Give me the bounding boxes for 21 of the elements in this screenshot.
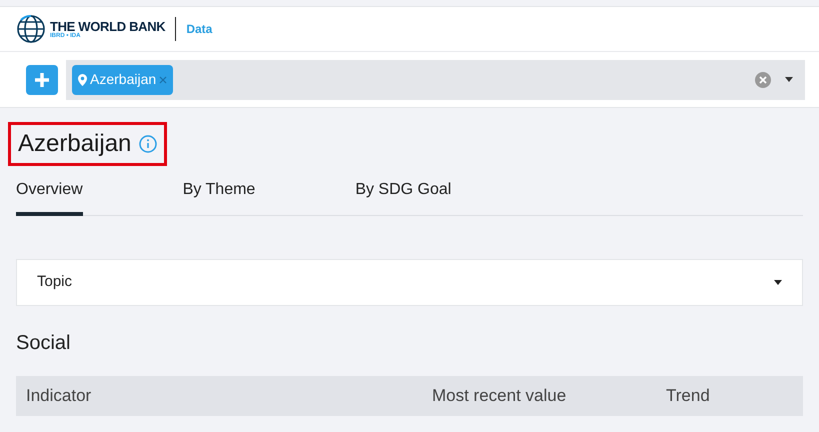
clear-icon[interactable] [755, 72, 771, 88]
tag-label: Azerbaijan [90, 70, 156, 89]
remove-icon[interactable] [159, 76, 168, 84]
brand-name: THE WORLD BANK [50, 20, 166, 32]
globe-logo-icon [16, 14, 46, 44]
add-button[interactable] [26, 64, 58, 94]
country-title: Azerbaijan [18, 129, 132, 159]
column-header: Indicator [25, 385, 92, 408]
location-pin-icon [78, 74, 87, 86]
tab[interactable]: Overview [16, 178, 83, 216]
dropdown-caret-icon [774, 280, 782, 285]
column-header: Most recent value [432, 385, 568, 408]
tab[interactable]: By Theme [182, 178, 256, 216]
section-heading: Social [16, 331, 72, 356]
column-header: Trend [666, 385, 710, 408]
topic-dropdown[interactable]: Topic [16, 259, 803, 306]
info-icon[interactable] [139, 135, 158, 153]
tab[interactable]: By SDG Goal [355, 178, 452, 216]
dropdown-caret-icon[interactable] [785, 77, 793, 82]
plus-icon [33, 70, 51, 88]
dropdown-label: Topic [37, 272, 72, 292]
